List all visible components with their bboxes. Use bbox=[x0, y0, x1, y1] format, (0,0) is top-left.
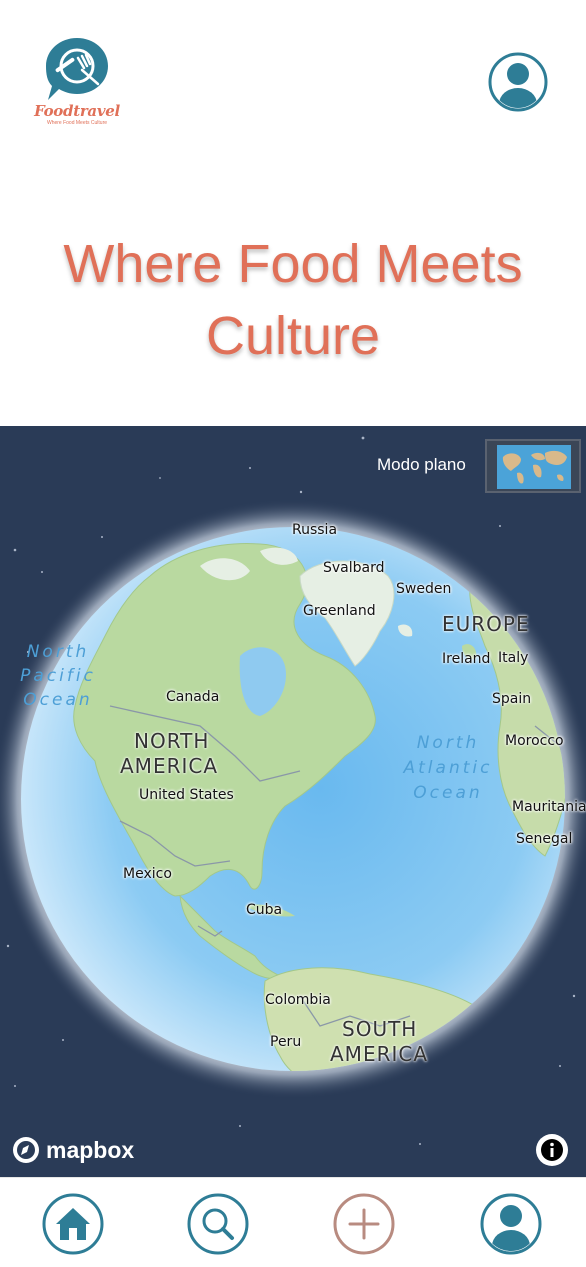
nav-profile-button[interactable] bbox=[480, 1193, 542, 1255]
label-north-atlantic-2: Atlantic bbox=[403, 758, 493, 778]
header: Foodtravel Where Food Meets Culture Wher… bbox=[0, 0, 586, 426]
label-europe: EUROPE bbox=[442, 612, 530, 636]
label-north-pacific-2: Pacific bbox=[20, 666, 96, 686]
plus-icon bbox=[333, 1193, 395, 1255]
nav-add-button[interactable] bbox=[333, 1193, 395, 1255]
home-icon bbox=[42, 1193, 104, 1255]
label-mauritania: Mauritania bbox=[512, 799, 586, 815]
label-north-america-2: AMERICA bbox=[120, 754, 219, 778]
mapbox-wordmark: mapbox bbox=[46, 1136, 135, 1163]
mapbox-mark-icon bbox=[13, 1137, 39, 1163]
attribution-info-button[interactable] bbox=[535, 1133, 569, 1167]
world-map-thumbnail-icon bbox=[497, 445, 571, 489]
label-russia: Russia bbox=[292, 522, 338, 538]
info-icon bbox=[536, 1134, 568, 1166]
nav-home-button[interactable] bbox=[42, 1193, 104, 1255]
label-colombia: Colombia bbox=[265, 992, 331, 1008]
flat-mode-button[interactable] bbox=[485, 439, 581, 493]
globe-map[interactable]: Modo plano Russia Svalbard Sweden Greenl… bbox=[0, 426, 586, 1177]
label-north-atlantic-3: Ocean bbox=[413, 783, 483, 803]
label-north-pacific-1: North bbox=[26, 642, 90, 662]
label-canada: Canada bbox=[166, 689, 220, 705]
mapbox-logo[interactable]: mapbox bbox=[12, 1135, 134, 1165]
label-north-atlantic-1: North bbox=[416, 733, 480, 753]
nav-search-button[interactable] bbox=[187, 1193, 249, 1255]
label-north-america-1: NORTH bbox=[134, 729, 210, 753]
profile-button[interactable] bbox=[488, 52, 548, 112]
bottom-nav-bar bbox=[0, 1177, 586, 1267]
search-icon bbox=[187, 1193, 249, 1255]
label-spain: Spain bbox=[492, 691, 532, 707]
flat-mode-label: Modo plano bbox=[377, 455, 466, 474]
label-ireland: Ireland bbox=[442, 651, 491, 667]
profile-icon bbox=[488, 52, 548, 112]
profile-icon bbox=[480, 1193, 542, 1255]
hero-title: Where Food Meets Culture bbox=[63, 234, 523, 366]
logo-wordmark: Foodtravel bbox=[34, 102, 120, 120]
logo-tagline: Where Food Meets Culture bbox=[46, 120, 108, 126]
label-mexico: Mexico bbox=[123, 866, 172, 882]
label-italy: Italy bbox=[498, 650, 529, 666]
globe-graphic bbox=[0, 436, 586, 1145]
label-greenland: Greenland bbox=[303, 603, 376, 619]
label-peru: Peru bbox=[270, 1034, 302, 1050]
label-svalbard: Svalbard bbox=[323, 560, 385, 576]
label-north-pacific-3: Ocean bbox=[23, 690, 93, 710]
foodtravel-logo[interactable]: Foodtravel Where Food Meets Culture bbox=[34, 36, 120, 128]
label-sweden: Sweden bbox=[396, 581, 452, 597]
label-cuba: Cuba bbox=[246, 902, 283, 918]
label-south-america-1: SOUTH bbox=[342, 1017, 418, 1041]
label-south-america-2: AMERICA bbox=[330, 1042, 429, 1066]
label-senegal: Senegal bbox=[516, 831, 573, 847]
label-morocco: Morocco bbox=[505, 733, 564, 749]
logo-mark-icon bbox=[46, 38, 108, 100]
label-united-states: United States bbox=[139, 787, 234, 803]
